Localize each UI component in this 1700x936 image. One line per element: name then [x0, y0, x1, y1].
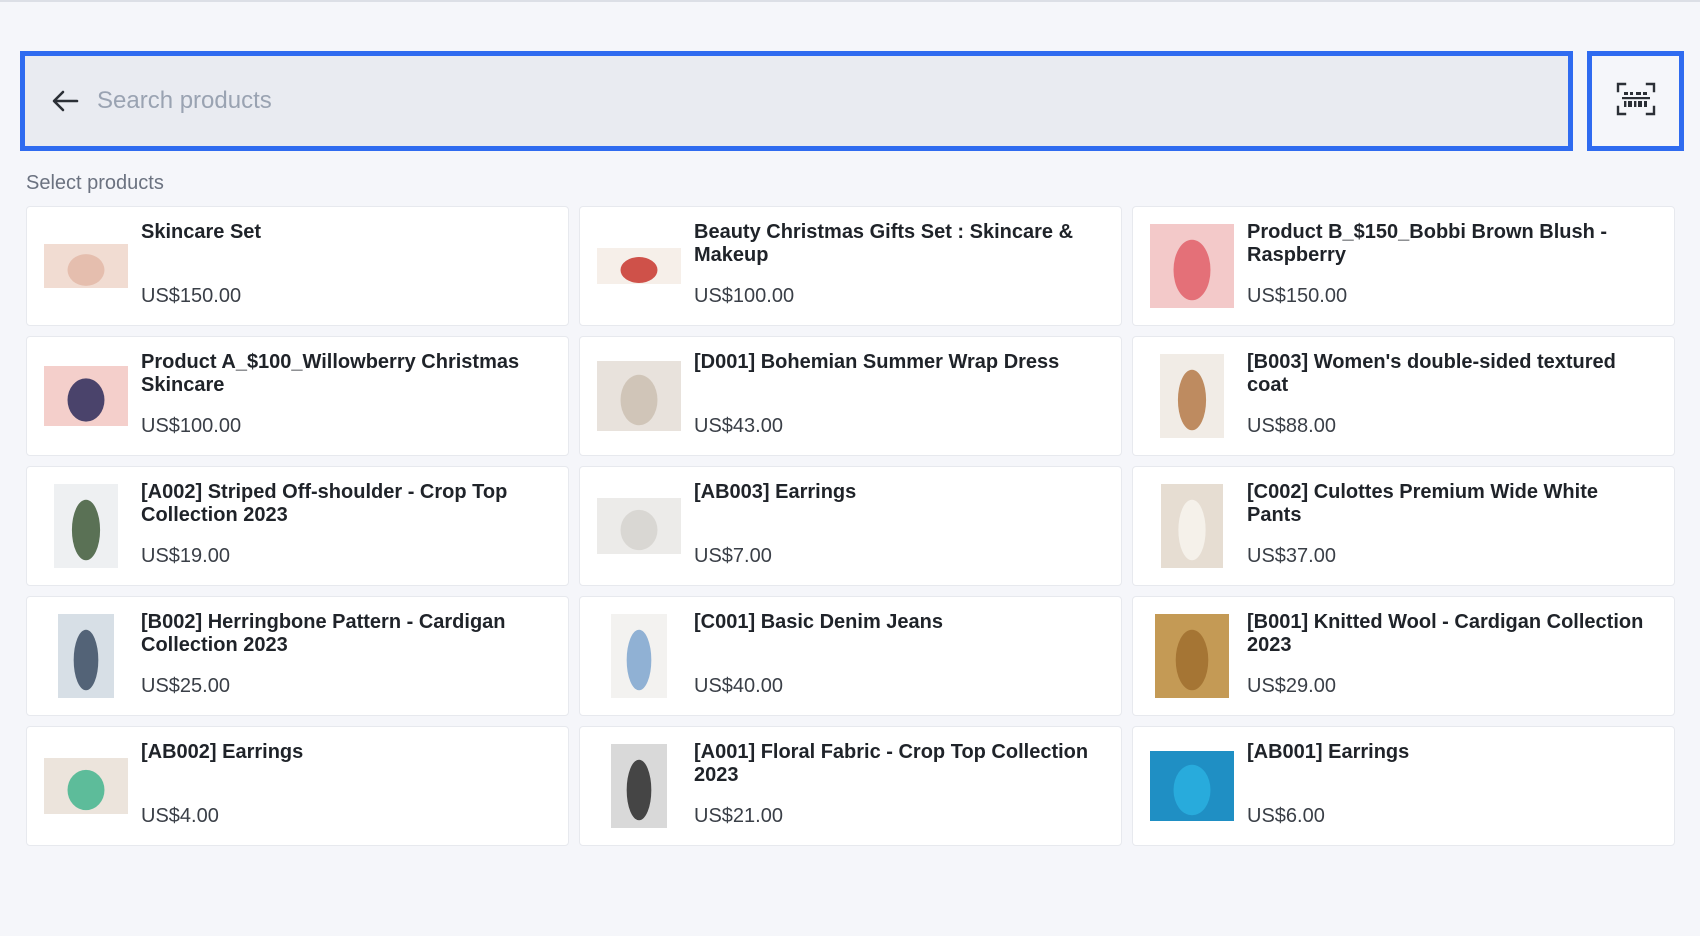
product-card[interactable]: [AB002] Earrings US$4.00: [26, 726, 569, 846]
product-price: US$7.00: [694, 545, 772, 567]
product-thumbnail: [41, 481, 131, 571]
product-price: US$29.00: [1247, 675, 1336, 697]
product-price: US$4.00: [141, 805, 219, 827]
product-thumbnail: [594, 481, 684, 571]
product-card[interactable]: Beauty Christmas Gifts Set : Skincare & …: [579, 206, 1122, 326]
product-card[interactable]: Product A_$100_Willowberry Christmas Ski…: [26, 336, 569, 456]
product-card[interactable]: [C001] Basic Denim Jeans US$40.00: [579, 596, 1122, 716]
product-price: US$21.00: [694, 805, 783, 827]
product-card[interactable]: [B001] Knitted Wool - Cardigan Collectio…: [1132, 596, 1675, 716]
product-thumbnail: [41, 221, 131, 311]
product-title: [AB001] Earrings: [1247, 741, 1410, 763]
product-thumbnail: [41, 351, 131, 441]
product-title: Beauty Christmas Gifts Set : Skincare & …: [694, 221, 1074, 266]
product-thumbnail: [41, 611, 131, 701]
product-thumbnail: [1147, 481, 1237, 571]
product-price: US$150.00: [141, 285, 242, 307]
product-title: [AB003] Earrings: [694, 481, 857, 503]
product-price: US$100.00: [141, 415, 242, 437]
product-thumbnail: [1147, 741, 1237, 831]
product-title: [B002] Herringbone Pattern - Cardigan Co…: [141, 611, 506, 656]
product-thumbnail: [1147, 611, 1237, 701]
product-thumbnail: [41, 741, 131, 831]
section-title: Select products: [26, 172, 164, 194]
product-card[interactable]: Skincare Set US$150.00: [26, 206, 569, 326]
product-price: US$88.00: [1247, 415, 1336, 437]
product-grid: Skincare Set US$150.00 Beauty Christmas Gi…: [26, 206, 1676, 846]
product-thumbnail: [1147, 221, 1237, 311]
product-price: US$19.00: [141, 545, 230, 567]
product-title: [AB002] Earrings: [141, 741, 304, 763]
product-card[interactable]: [AB001] Earrings US$6.00: [1132, 726, 1675, 846]
product-card[interactable]: [B003] Women's double-sided textured coa…: [1132, 336, 1675, 456]
product-title: [B001] Knitted Wool - Cardigan Collectio…: [1247, 611, 1644, 656]
product-thumbnail: [1147, 351, 1237, 441]
search-input[interactable]: [97, 71, 1568, 131]
product-price: US$40.00: [694, 675, 783, 697]
search-bar[interactable]: [20, 51, 1573, 151]
product-title: [C002] Culottes Premium Wide White Pants: [1247, 481, 1598, 526]
product-price: US$150.00: [1247, 285, 1348, 307]
product-card[interactable]: Product B_$150_Bobbi Brown Blush - Raspb…: [1132, 206, 1675, 326]
barcode-scan-button[interactable]: [1587, 51, 1684, 151]
product-price: US$100.00: [694, 285, 795, 307]
product-price: US$6.00: [1247, 805, 1325, 827]
product-thumbnail: [594, 611, 684, 701]
arrow-left-icon[interactable]: [49, 85, 81, 117]
product-thumbnail: [594, 741, 684, 831]
product-title: [A001] Floral Fabric - Crop Top Collecti…: [694, 741, 1089, 786]
product-card[interactable]: [C002] Culottes Premium Wide White Pants…: [1132, 466, 1675, 586]
product-title: [C001] Basic Denim Jeans: [694, 611, 944, 633]
product-thumbnail: [594, 221, 684, 311]
product-card[interactable]: [B002] Herringbone Pattern - Cardigan Co…: [26, 596, 569, 716]
top-divider: [0, 0, 1700, 2]
product-title: [D001] Bohemian Summer Wrap Dress: [694, 351, 1060, 373]
product-price: US$37.00: [1247, 545, 1336, 567]
product-card[interactable]: [D001] Bohemian Summer Wrap Dress US$43.0…: [579, 336, 1122, 456]
product-price: US$43.00: [694, 415, 783, 437]
product-title: [B003] Women's double-sided textured coa…: [1247, 351, 1616, 396]
product-price: US$25.00: [141, 675, 230, 697]
product-title: Skincare Set: [141, 221, 262, 243]
barcode-scan-icon: [1616, 82, 1656, 121]
product-title: Product B_$150_Bobbi Brown Blush - Raspb…: [1247, 221, 1608, 266]
product-title: [A002] Striped Off-shoulder - Crop Top C…: [141, 481, 508, 526]
product-card[interactable]: [A002] Striped Off-shoulder - Crop Top C…: [26, 466, 569, 586]
product-title: Product A_$100_Willowberry Christmas Ski…: [141, 351, 520, 396]
product-thumbnail: [594, 351, 684, 441]
product-card[interactable]: [AB003] Earrings US$7.00: [579, 466, 1122, 586]
product-card[interactable]: [A001] Floral Fabric - Crop Top Collecti…: [579, 726, 1122, 846]
